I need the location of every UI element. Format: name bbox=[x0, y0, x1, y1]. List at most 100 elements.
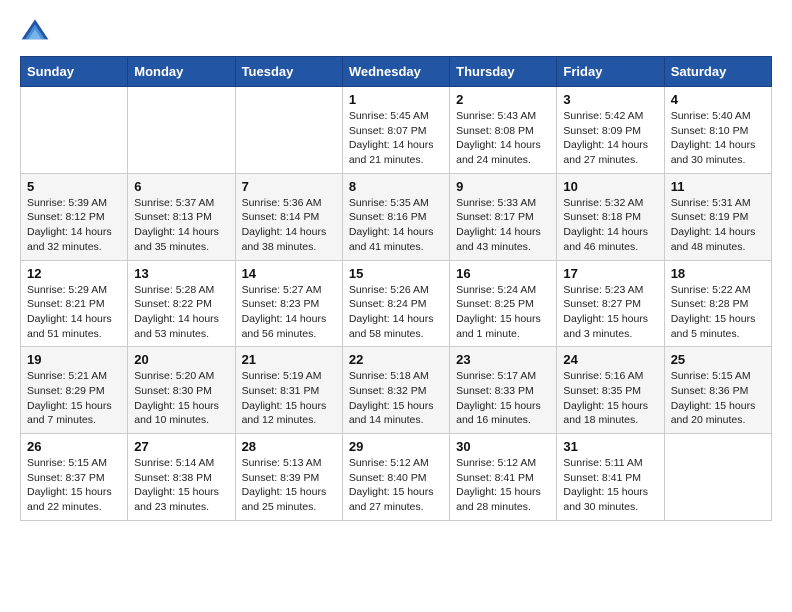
calendar-cell: 20 Sunrise: 5:20 AM Sunset: 8:30 PM Dayli… bbox=[128, 347, 235, 434]
day-info: Sunrise: 5:26 AM Sunset: 8:24 PM Dayligh… bbox=[349, 283, 443, 342]
calendar-cell: 26 Sunrise: 5:15 AM Sunset: 8:37 PM Dayli… bbox=[21, 434, 128, 521]
calendar-cell: 10 Sunrise: 5:32 AM Sunset: 8:18 PM Dayli… bbox=[557, 173, 664, 260]
day-number: 11 bbox=[671, 179, 765, 194]
day-number: 30 bbox=[456, 439, 550, 454]
day-number: 19 bbox=[27, 352, 121, 367]
calendar-cell bbox=[128, 87, 235, 174]
day-number: 21 bbox=[242, 352, 336, 367]
day-number: 8 bbox=[349, 179, 443, 194]
calendar-header-row: SundayMondayTuesdayWednesdayThursdayFrid… bbox=[21, 57, 772, 87]
day-number: 9 bbox=[456, 179, 550, 194]
calendar-cell bbox=[21, 87, 128, 174]
day-info: Sunrise: 5:45 AM Sunset: 8:07 PM Dayligh… bbox=[349, 109, 443, 168]
calendar-table: SundayMondayTuesdayWednesdayThursdayFrid… bbox=[20, 56, 772, 521]
logo bbox=[20, 16, 54, 46]
calendar-cell: 30 Sunrise: 5:12 AM Sunset: 8:41 PM Dayli… bbox=[450, 434, 557, 521]
day-number: 15 bbox=[349, 266, 443, 281]
day-info: Sunrise: 5:20 AM Sunset: 8:30 PM Dayligh… bbox=[134, 369, 228, 428]
calendar-cell: 29Sunrise: 5:12 AM Sunset: 8:40 PM Dayli… bbox=[342, 434, 449, 521]
day-info: Sunrise: 5:23 AM Sunset: 8:27 PM Dayligh… bbox=[563, 283, 657, 342]
day-number: 10 bbox=[563, 179, 657, 194]
calendar-cell: 3 Sunrise: 5:42 AM Sunset: 8:09 PM Daylig… bbox=[557, 87, 664, 174]
calendar-cell: 18 Sunrise: 5:22 AM Sunset: 8:28 PM Dayli… bbox=[664, 260, 771, 347]
calendar-cell: 1 Sunrise: 5:45 AM Sunset: 8:07 PM Daylig… bbox=[342, 87, 449, 174]
day-number: 14 bbox=[242, 266, 336, 281]
day-info: Sunrise: 5:24 AM Sunset: 8:25 PM Dayligh… bbox=[456, 283, 550, 342]
col-header-wednesday: Wednesday bbox=[342, 57, 449, 87]
calendar-cell: 24Sunrise: 5:16 AM Sunset: 8:35 PM Dayli… bbox=[557, 347, 664, 434]
calendar-cell: 2 Sunrise: 5:43 AM Sunset: 8:08 PM Daylig… bbox=[450, 87, 557, 174]
calendar-cell: 11 Sunrise: 5:31 AM Sunset: 8:19 PM Dayli… bbox=[664, 173, 771, 260]
calendar-cell bbox=[235, 87, 342, 174]
day-number: 7 bbox=[242, 179, 336, 194]
calendar-cell: 21 Sunrise: 5:19 AM Sunset: 8:31 PM Dayli… bbox=[235, 347, 342, 434]
day-info: Sunrise: 5:18 AM Sunset: 8:32 PM Dayligh… bbox=[349, 369, 443, 428]
calendar-cell: 7 Sunrise: 5:36 AM Sunset: 8:14 PM Daylig… bbox=[235, 173, 342, 260]
calendar-week-3: 12Sunrise: 5:29 AM Sunset: 8:21 PM Dayli… bbox=[21, 260, 772, 347]
col-header-tuesday: Tuesday bbox=[235, 57, 342, 87]
calendar-cell: 14 Sunrise: 5:27 AM Sunset: 8:23 PM Dayli… bbox=[235, 260, 342, 347]
day-number: 6 bbox=[134, 179, 228, 194]
day-info: Sunrise: 5:19 AM Sunset: 8:31 PM Dayligh… bbox=[242, 369, 336, 428]
calendar-week-1: 1 Sunrise: 5:45 AM Sunset: 8:07 PM Daylig… bbox=[21, 87, 772, 174]
col-header-monday: Monday bbox=[128, 57, 235, 87]
day-number: 26 bbox=[27, 439, 121, 454]
col-header-friday: Friday bbox=[557, 57, 664, 87]
col-header-sunday: Sunday bbox=[21, 57, 128, 87]
day-number: 22 bbox=[349, 352, 443, 367]
calendar-cell: 15 Sunrise: 5:26 AM Sunset: 8:24 PM Dayli… bbox=[342, 260, 449, 347]
calendar-cell: 28Sunrise: 5:13 AM Sunset: 8:39 PM Dayli… bbox=[235, 434, 342, 521]
col-header-saturday: Saturday bbox=[664, 57, 771, 87]
day-number: 13 bbox=[134, 266, 228, 281]
day-info: Sunrise: 5:32 AM Sunset: 8:18 PM Dayligh… bbox=[563, 196, 657, 255]
calendar-cell: 19 Sunrise: 5:21 AM Sunset: 8:29 PM Dayli… bbox=[21, 347, 128, 434]
calendar-cell: 9 Sunrise: 5:33 AM Sunset: 8:17 PM Daylig… bbox=[450, 173, 557, 260]
day-number: 31 bbox=[563, 439, 657, 454]
day-info: Sunrise: 5:12 AM Sunset: 8:40 PM Dayligh… bbox=[349, 456, 443, 515]
day-number: 27 bbox=[134, 439, 228, 454]
calendar-cell: 25Sunrise: 5:15 AM Sunset: 8:36 PM Dayli… bbox=[664, 347, 771, 434]
calendar-cell: 13Sunrise: 5:28 AM Sunset: 8:22 PM Dayli… bbox=[128, 260, 235, 347]
day-info: Sunrise: 5:42 AM Sunset: 8:09 PM Dayligh… bbox=[563, 109, 657, 168]
day-info: Sunrise: 5:40 AM Sunset: 8:10 PM Dayligh… bbox=[671, 109, 765, 168]
day-info: Sunrise: 5:35 AM Sunset: 8:16 PM Dayligh… bbox=[349, 196, 443, 255]
day-info: Sunrise: 5:16 AM Sunset: 8:35 PM Dayligh… bbox=[563, 369, 657, 428]
day-info: Sunrise: 5:37 AM Sunset: 8:13 PM Dayligh… bbox=[134, 196, 228, 255]
calendar-cell: 23Sunrise: 5:17 AM Sunset: 8:33 PM Dayli… bbox=[450, 347, 557, 434]
calendar-week-2: 5 Sunrise: 5:39 AM Sunset: 8:12 PM Daylig… bbox=[21, 173, 772, 260]
day-info: Sunrise: 5:31 AM Sunset: 8:19 PM Dayligh… bbox=[671, 196, 765, 255]
calendar-cell: 4 Sunrise: 5:40 AM Sunset: 8:10 PM Daylig… bbox=[664, 87, 771, 174]
day-number: 16 bbox=[456, 266, 550, 281]
logo-icon bbox=[20, 16, 50, 46]
col-header-thursday: Thursday bbox=[450, 57, 557, 87]
day-number: 2 bbox=[456, 92, 550, 107]
calendar-cell: 12Sunrise: 5:29 AM Sunset: 8:21 PM Dayli… bbox=[21, 260, 128, 347]
day-info: Sunrise: 5:22 AM Sunset: 8:28 PM Dayligh… bbox=[671, 283, 765, 342]
day-info: Sunrise: 5:27 AM Sunset: 8:23 PM Dayligh… bbox=[242, 283, 336, 342]
day-number: 5 bbox=[27, 179, 121, 194]
day-info: Sunrise: 5:33 AM Sunset: 8:17 PM Dayligh… bbox=[456, 196, 550, 255]
day-info: Sunrise: 5:39 AM Sunset: 8:12 PM Dayligh… bbox=[27, 196, 121, 255]
calendar-cell: 5 Sunrise: 5:39 AM Sunset: 8:12 PM Daylig… bbox=[21, 173, 128, 260]
day-number: 3 bbox=[563, 92, 657, 107]
day-info: Sunrise: 5:43 AM Sunset: 8:08 PM Dayligh… bbox=[456, 109, 550, 168]
day-info: Sunrise: 5:17 AM Sunset: 8:33 PM Dayligh… bbox=[456, 369, 550, 428]
day-number: 17 bbox=[563, 266, 657, 281]
day-number: 4 bbox=[671, 92, 765, 107]
day-number: 20 bbox=[134, 352, 228, 367]
day-info: Sunrise: 5:11 AM Sunset: 8:41 PM Dayligh… bbox=[563, 456, 657, 515]
day-info: Sunrise: 5:13 AM Sunset: 8:39 PM Dayligh… bbox=[242, 456, 336, 515]
day-number: 1 bbox=[349, 92, 443, 107]
day-info: Sunrise: 5:21 AM Sunset: 8:29 PM Dayligh… bbox=[27, 369, 121, 428]
day-number: 18 bbox=[671, 266, 765, 281]
calendar-cell: 6 Sunrise: 5:37 AM Sunset: 8:13 PM Daylig… bbox=[128, 173, 235, 260]
day-info: Sunrise: 5:12 AM Sunset: 8:41 PM Dayligh… bbox=[456, 456, 550, 515]
page: SundayMondayTuesdayWednesdayThursdayFrid… bbox=[0, 0, 792, 537]
day-number: 12 bbox=[27, 266, 121, 281]
day-info: Sunrise: 5:14 AM Sunset: 8:38 PM Dayligh… bbox=[134, 456, 228, 515]
calendar-week-4: 19 Sunrise: 5:21 AM Sunset: 8:29 PM Dayli… bbox=[21, 347, 772, 434]
calendar-week-5: 26 Sunrise: 5:15 AM Sunset: 8:37 PM Dayli… bbox=[21, 434, 772, 521]
day-info: Sunrise: 5:15 AM Sunset: 8:37 PM Dayligh… bbox=[27, 456, 121, 515]
day-info: Sunrise: 5:36 AM Sunset: 8:14 PM Dayligh… bbox=[242, 196, 336, 255]
calendar-cell: 16 Sunrise: 5:24 AM Sunset: 8:25 PM Dayli… bbox=[450, 260, 557, 347]
